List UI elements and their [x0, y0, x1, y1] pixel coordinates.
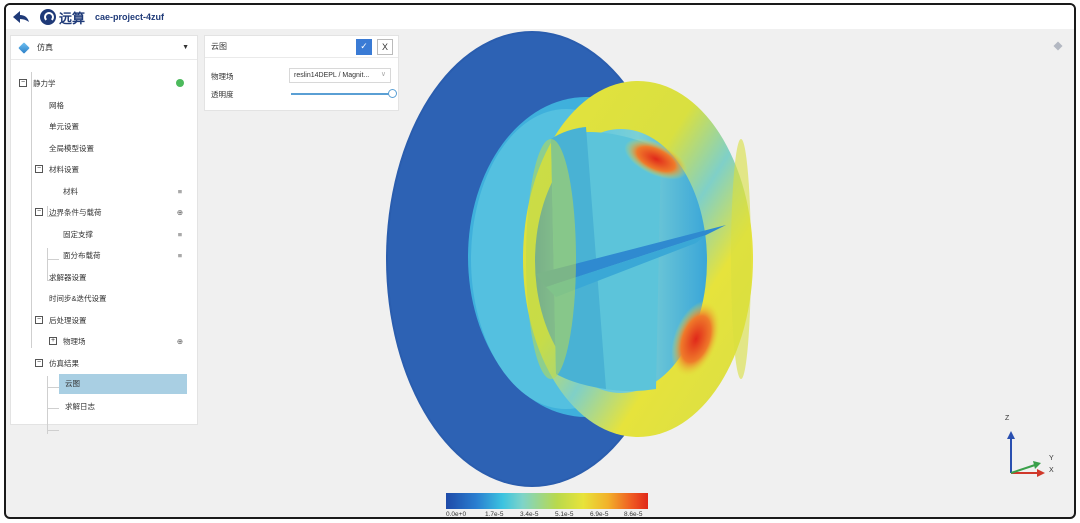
- list-icon[interactable]: ≡: [175, 186, 185, 196]
- project-name[interactable]: cae-project-4zuf: [95, 12, 164, 22]
- tree-item-label: 固定支撑: [63, 229, 93, 239]
- tree-item-sim-results[interactable]: − 仿真结果: [11, 354, 197, 372]
- orientation-axes: Z Y X: [1001, 415, 1061, 485]
- tree-item-label: 边界条件与载荷: [49, 207, 102, 217]
- status-complete-icon: [175, 78, 185, 88]
- chevron-down-icon: ∨: [380, 71, 386, 78]
- tree-item-solve-log[interactable]: 求解日志: [11, 397, 197, 415]
- legend-label: 8.6e-5: [624, 511, 643, 518]
- tree-item-label: 云图: [59, 374, 187, 394]
- axes-gizmo-icon: [1007, 431, 1045, 477]
- list-icon[interactable]: ≡: [175, 229, 185, 239]
- module-label: 仿真: [37, 43, 53, 52]
- legend-label: 3.4e-5: [520, 511, 539, 518]
- brand-name: 远算: [59, 11, 86, 27]
- tree-item-label: 材料设置: [49, 164, 79, 174]
- tree-item-fixed-support[interactable]: 固定支撑 ≡: [11, 225, 197, 243]
- tree-item-mesh[interactable]: 网格: [11, 96, 197, 114]
- field-select-value: reslin14DEPL / Magnit...: [294, 72, 370, 79]
- tree-item-physics-field[interactable]: + 物理场 ⊕: [11, 332, 197, 350]
- tree-item-label: 静力学: [33, 78, 56, 88]
- tree-item-boundary-loads[interactable]: − 边界条件与载荷 ⊕: [11, 203, 197, 221]
- tree-item-static[interactable]: − 静力学: [11, 74, 197, 92]
- opacity-slider-track[interactable]: [291, 93, 391, 95]
- tree-item-label: 单元设置: [49, 121, 79, 131]
- simulation-cube-icon: [18, 41, 30, 54]
- back-arrow-icon: [13, 11, 29, 23]
- legend-label: 6.9e-5: [590, 511, 609, 518]
- collapse-icon[interactable]: −: [35, 165, 43, 173]
- app-window: 远算 cae-project-4zuf 仿真 ▼ − 静力学 网格 单元设置 全…: [4, 3, 1076, 519]
- tree-item-material-settings[interactable]: − 材料设置: [11, 160, 197, 178]
- add-circle-icon[interactable]: ⊕: [175, 207, 185, 217]
- back-button[interactable]: [12, 8, 30, 26]
- tree-item-label: 物理场: [63, 336, 86, 346]
- tree-item-global-model[interactable]: 全局模型设置: [11, 139, 197, 157]
- tree-item-label: 时间步&迭代设置: [49, 293, 107, 303]
- logo-icon: [40, 9, 56, 25]
- field-label: 物理场: [211, 72, 234, 81]
- tree-item-label: 面分布载荷: [63, 250, 101, 260]
- tree-item-timestep-settings[interactable]: 时间步&迭代设置: [11, 289, 197, 307]
- panel-title: 云图: [211, 42, 227, 51]
- tree-item-label: 网格: [49, 100, 64, 110]
- legend-label: 1.7e-5: [485, 511, 504, 518]
- close-button[interactable]: X: [377, 38, 393, 55]
- panel-header: 云图 ✓ X: [205, 36, 398, 58]
- brand-logo: 远算: [40, 8, 85, 27]
- collapse-icon[interactable]: −: [35, 316, 43, 324]
- top-header: 远算 cae-project-4zuf: [6, 5, 1074, 29]
- opacity-label: 透明度: [211, 90, 234, 99]
- tree-item-label: 后处理设置: [49, 315, 87, 325]
- legend-label: 0.0e+0: [446, 511, 467, 518]
- axis-x-label: X: [1049, 467, 1054, 474]
- chevron-down-icon: ▼: [182, 44, 189, 51]
- tree-item-label: 求解器设置: [49, 272, 87, 282]
- list-icon[interactable]: ≡: [175, 250, 185, 260]
- axis-z-label: Z: [1005, 415, 1010, 422]
- color-legend-bar: [446, 493, 648, 509]
- collapse-icon[interactable]: −: [35, 208, 43, 216]
- tree-item-contour[interactable]: 云图: [11, 374, 197, 394]
- tree-item-element-settings[interactable]: 单元设置: [11, 117, 197, 135]
- tree-item-label: 材料: [63, 186, 78, 196]
- contour-settings-panel: 云图 ✓ X 物理场 reslin14DEPL / Magnit... ∨ 透明…: [204, 35, 399, 111]
- axis-y-label: Y: [1049, 455, 1054, 462]
- tree-item-label: 全局模型设置: [49, 143, 94, 153]
- module-dropdown[interactable]: 仿真 ▼: [11, 36, 197, 60]
- opacity-slider-thumb[interactable]: [388, 89, 397, 98]
- collapse-icon[interactable]: −: [19, 79, 27, 87]
- collapse-icon[interactable]: −: [35, 359, 43, 367]
- tree-item-material[interactable]: 材料 ≡: [11, 182, 197, 200]
- confirm-button[interactable]: ✓: [356, 38, 372, 55]
- tree-item-postprocess[interactable]: − 后处理设置: [11, 311, 197, 329]
- tree-item-label: 仿真结果: [49, 358, 79, 368]
- expand-icon[interactable]: +: [49, 337, 57, 345]
- legend-label: 5.1e-5: [555, 511, 574, 518]
- sidebar: 仿真 ▼ − 静力学 网格 单元设置 全局模型设置 − 材料设置 材料 ≡ − …: [10, 35, 198, 434]
- tree-item-surface-load[interactable]: 面分布载荷 ≡: [11, 246, 197, 264]
- tree-item-label: 求解日志: [65, 401, 95, 411]
- add-circle-icon[interactable]: ⊕: [175, 336, 185, 346]
- tree-item-solver-settings[interactable]: 求解器设置: [11, 268, 197, 286]
- physics-field-select[interactable]: reslin14DEPL / Magnit... ∨: [289, 68, 391, 83]
